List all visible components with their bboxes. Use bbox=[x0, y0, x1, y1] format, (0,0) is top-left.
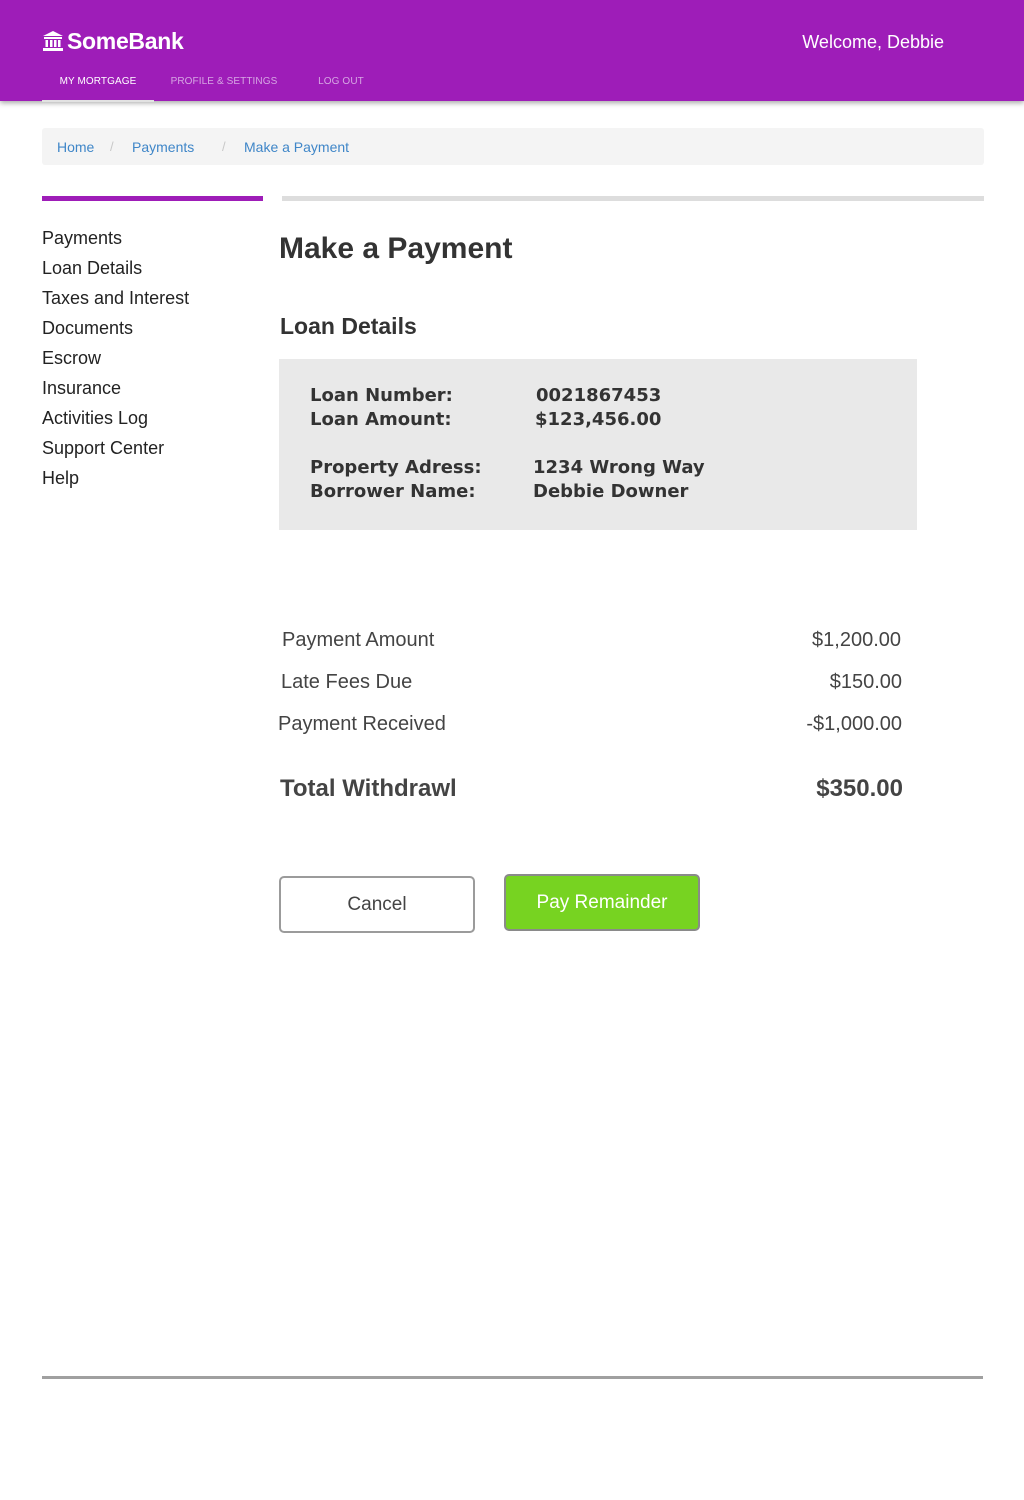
loan-number-value: 0021867453 bbox=[536, 385, 662, 406]
borrower-name-label: Borrower Name: bbox=[310, 481, 476, 502]
payment-received-label: Payment Received bbox=[278, 713, 446, 735]
bank-icon bbox=[43, 31, 63, 51]
footer-divider bbox=[42, 1376, 983, 1379]
sidebar-item-documents[interactable]: Documents bbox=[42, 316, 189, 346]
breadcrumb-payments[interactable]: Payments bbox=[132, 139, 194, 155]
sidebar-item-escrow[interactable]: Escrow bbox=[42, 346, 189, 376]
tab-profile-settings[interactable]: PROFILE & SETTINGS bbox=[168, 76, 280, 100]
breadcrumb-home[interactable]: Home bbox=[57, 139, 94, 155]
loan-amount-value: $123,456.00 bbox=[535, 409, 662, 430]
loan-details-heading: Loan Details bbox=[280, 313, 417, 339]
sidebar-item-insurance[interactable]: Insurance bbox=[42, 376, 189, 406]
sidebar-menu: Payments Loan Details Taxes and Interest… bbox=[42, 226, 189, 496]
borrower-name-value: Debbie Downer bbox=[533, 481, 689, 502]
late-fees-value: $150.00 bbox=[829, 671, 902, 693]
payment-received-value: -$1,000.00 bbox=[806, 713, 902, 735]
sidebar-item-support-center[interactable]: Support Center bbox=[42, 436, 189, 466]
main-divider-rule bbox=[282, 196, 984, 201]
page-title: Make a Payment bbox=[279, 232, 513, 265]
top-bar: SomeBank Welcome, Debbie MY MORTGAGE PRO… bbox=[0, 0, 1024, 102]
pay-remainder-button[interactable]: Pay Remainder bbox=[504, 874, 700, 931]
sidebar-item-payments[interactable]: Payments bbox=[42, 226, 189, 256]
tab-log-out[interactable]: LOG OUT bbox=[306, 76, 376, 100]
brand-logo[interactable]: SomeBank bbox=[42, 27, 184, 55]
loan-details-panel: Loan Number: 0021867453 Loan Amount: $12… bbox=[279, 359, 917, 530]
total-withdrawal-value: $350.00 bbox=[816, 775, 903, 802]
welcome-message: Welcome, Debbie bbox=[802, 32, 944, 52]
breadcrumb: Home / Payments / Make a Payment bbox=[42, 128, 984, 165]
brand-name: SomeBank bbox=[67, 27, 184, 54]
sidebar-item-taxes-and-interest[interactable]: Taxes and Interest bbox=[42, 286, 189, 316]
breadcrumb-separator: / bbox=[222, 139, 226, 154]
sidebar-item-activities-log[interactable]: Activities Log bbox=[42, 406, 189, 436]
total-withdrawal-label: Total Withdrawl bbox=[280, 775, 457, 802]
property-address-value: 1234 Wrong Way bbox=[533, 457, 705, 478]
late-fees-label: Late Fees Due bbox=[281, 671, 413, 693]
loan-number-label: Loan Number: bbox=[310, 385, 453, 406]
breadcrumb-make-a-payment[interactable]: Make a Payment bbox=[244, 139, 349, 155]
payment-amount-label: Payment Amount bbox=[282, 629, 435, 651]
cancel-button[interactable]: Cancel bbox=[279, 876, 475, 933]
tab-my-mortgage[interactable]: MY MORTGAGE bbox=[42, 76, 154, 102]
sidebar-item-help[interactable]: Help bbox=[42, 466, 189, 496]
breadcrumb-separator: / bbox=[110, 139, 114, 154]
payment-amount-value: $1,200.00 bbox=[812, 629, 901, 651]
loan-amount-label: Loan Amount: bbox=[310, 409, 452, 430]
property-address-label: Property Adress: bbox=[310, 457, 482, 478]
sidebar-accent-rule bbox=[42, 196, 263, 201]
sidebar-item-loan-details[interactable]: Loan Details bbox=[42, 256, 189, 286]
